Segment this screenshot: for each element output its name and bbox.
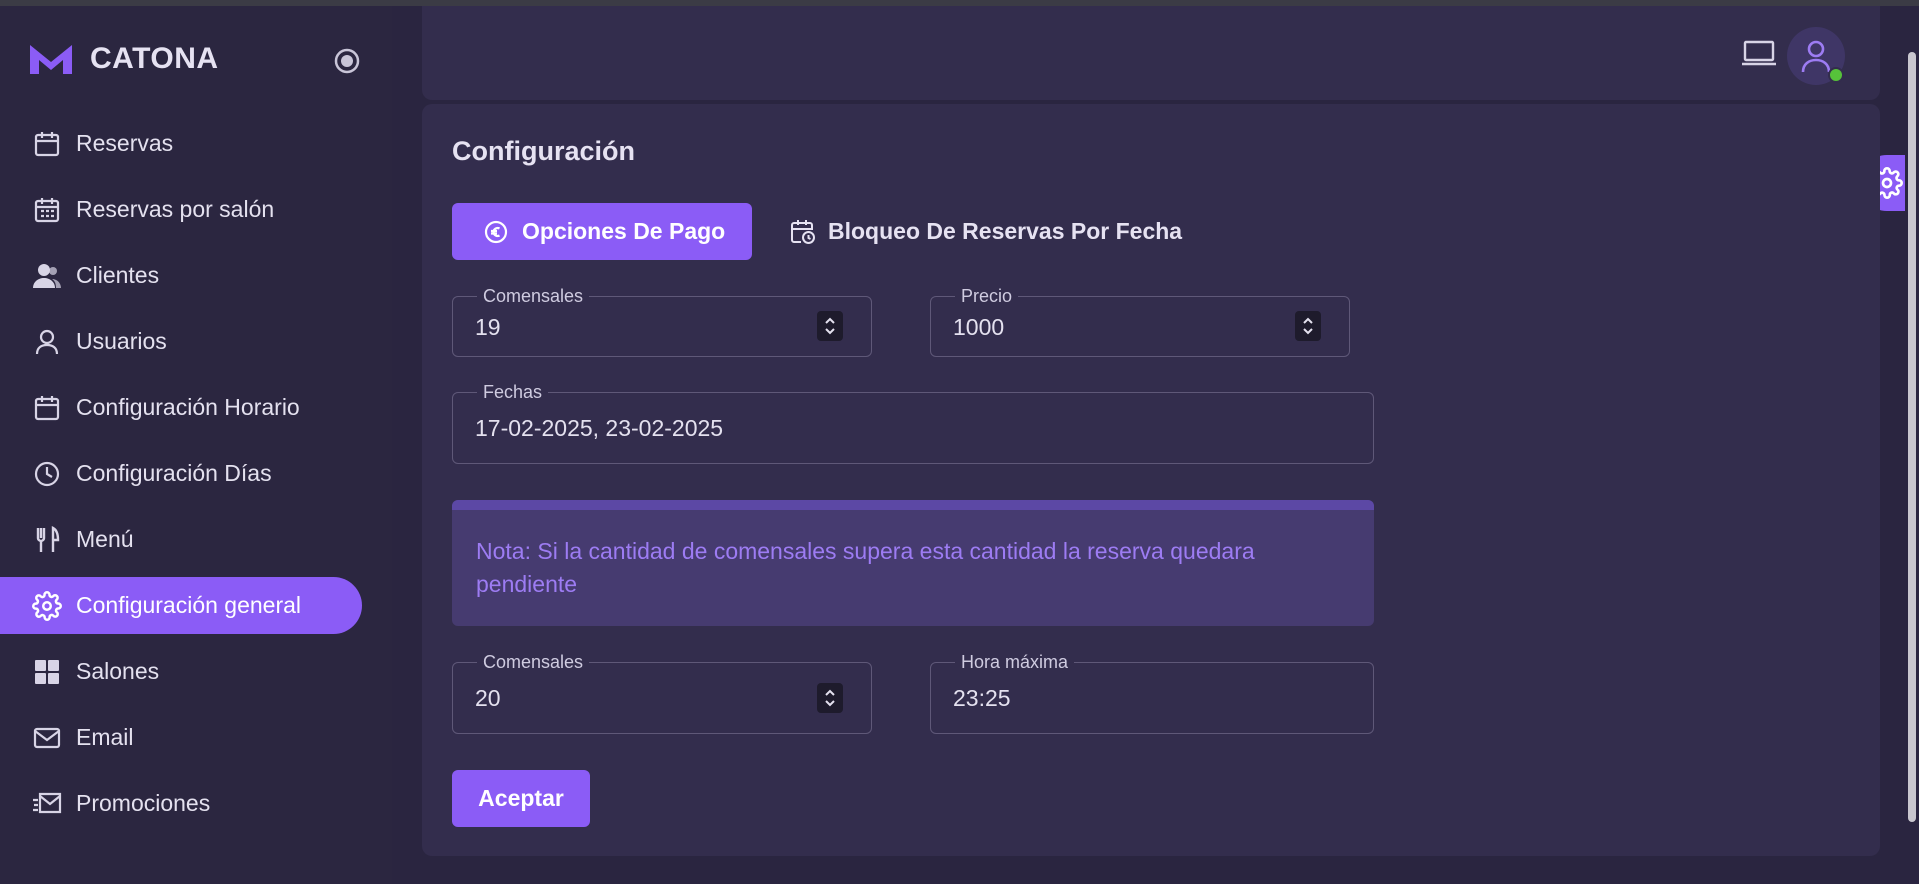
- sidebar-item-label: Usuarios: [76, 328, 167, 354]
- page-scrollbar[interactable]: [1905, 6, 1919, 884]
- brand[interactable]: CATONA: [28, 36, 219, 82]
- tab-bloqueo-de-reservas[interactable]: Bloqueo De Reservas Por Fecha: [790, 203, 1182, 260]
- tab-opciones-de-pago[interactable]: Opciones De Pago: [452, 203, 752, 260]
- sidebar-item-label: Clientes: [76, 262, 160, 288]
- sidebar-item-label: Salones: [76, 658, 160, 684]
- calendar-icon: [32, 393, 62, 423]
- precio-value: 1000: [953, 314, 1005, 340]
- note-alert: Nota: Si la cantidad de comensales super…: [452, 500, 1374, 626]
- sidebar-item-label: Reservas: [76, 130, 174, 156]
- sidebar-item-promociones[interactable]: Promociones: [0, 775, 362, 832]
- clock-icon: [32, 459, 62, 489]
- field-label: Fechas: [477, 381, 549, 403]
- brand-name: CATONA: [90, 42, 219, 75]
- online-status-dot: [1828, 67, 1844, 83]
- chevron-up-down-icon: [1303, 317, 1313, 335]
- comensales-value: 19: [475, 314, 501, 340]
- chevron-up-down-icon: [825, 317, 835, 335]
- number-stepper[interactable]: [1295, 311, 1321, 341]
- field-label: Precio: [955, 285, 1019, 307]
- comensales-field[interactable]: Comensales 19: [452, 285, 872, 357]
- note-text: Nota: Si la cantidad de comensales super…: [476, 538, 1255, 597]
- configuration-card: Configuración Opciones De Pago Bloqueo D…: [422, 104, 1880, 856]
- mail-icon: [32, 723, 62, 753]
- precio-field[interactable]: Precio 1000: [930, 285, 1350, 357]
- field-label: Hora máxima: [955, 651, 1075, 673]
- sidebar-item-email[interactable]: Email: [0, 709, 362, 766]
- page-title: Configuración: [452, 136, 635, 166]
- field-label: Comensales: [477, 285, 590, 307]
- field-label: Comensales: [477, 651, 590, 673]
- comensales-value: 20: [475, 685, 501, 711]
- euro-circle-icon: [484, 219, 510, 245]
- sidebar-item-label: Promociones: [76, 790, 211, 816]
- number-stepper[interactable]: [817, 683, 843, 713]
- number-stepper[interactable]: [817, 311, 843, 341]
- sidebar-item-label: Menú: [76, 526, 134, 552]
- accept-button[interactable]: Aceptar: [452, 770, 590, 827]
- mail-send-icon: [32, 789, 62, 819]
- top-header: [422, 6, 1880, 100]
- sidebar-item-clientes[interactable]: Clientes: [0, 247, 362, 304]
- comensales-field[interactable]: Comensales 20: [452, 651, 872, 734]
- gear-icon: [32, 590, 62, 621]
- sidebar-item-label: Configuración general: [76, 592, 302, 618]
- fechas-field[interactable]: Fechas 17-02-2025, 23-02-2025: [452, 381, 1374, 464]
- note-alert-bar: [452, 500, 1374, 510]
- sidebar-item-menu[interactable]: Menú: [0, 511, 362, 568]
- user-icon: [32, 327, 62, 357]
- tab-label: Opciones De Pago: [522, 218, 726, 244]
- sidebar-item-label: Reservas por salón: [76, 196, 275, 222]
- fechas-value: 17-02-2025, 23-02-2025: [475, 415, 724, 441]
- hora-maxima-value: 23:25: [953, 685, 1011, 711]
- sidebar-item-reservas[interactable]: Reservas: [0, 115, 362, 172]
- scrollbar-thumb[interactable]: [1908, 52, 1916, 822]
- users-icon: [32, 261, 62, 291]
- sidebar-item-label: Email: [76, 724, 134, 750]
- hora-maxima-field[interactable]: Hora máxima 23:25: [930, 651, 1374, 734]
- sidebar-nav: Reservas Reservas por salón Clientes Usu…: [0, 115, 392, 841]
- sidebar-item-salones[interactable]: Salones: [0, 643, 362, 700]
- sidebar: CATONA Reservas Reservas por salón Clien…: [0, 6, 392, 884]
- monitor-icon[interactable]: [1740, 36, 1778, 70]
- user-avatar-icon: [1801, 40, 1831, 73]
- calendar-clock-icon: [790, 219, 816, 245]
- sidebar-item-label: Configuración Horario: [76, 394, 300, 420]
- sidebar-item-configuracion-general[interactable]: Configuración general: [0, 577, 362, 634]
- chevron-up-down-icon: [825, 689, 835, 707]
- sidebar-item-label: Configuración Días: [76, 460, 272, 486]
- sidebar-item-configuracion-dias[interactable]: Configuración Días: [0, 445, 362, 502]
- sidebar-item-configuracion-horario[interactable]: Configuración Horario: [0, 379, 362, 436]
- grid-icon: [32, 657, 62, 687]
- tab-label: Bloqueo De Reservas Por Fecha: [828, 218, 1183, 244]
- collapse-sidebar-icon[interactable]: [332, 46, 362, 76]
- sidebar-item-reservas-por-salon[interactable]: Reservas por salón: [0, 181, 362, 238]
- sidebar-item-usuarios[interactable]: Usuarios: [0, 313, 362, 370]
- utensils-icon: [32, 525, 62, 555]
- m-logo-icon: [30, 45, 72, 74]
- calendar-grid-icon: [32, 195, 62, 225]
- calendar-icon: [32, 129, 62, 159]
